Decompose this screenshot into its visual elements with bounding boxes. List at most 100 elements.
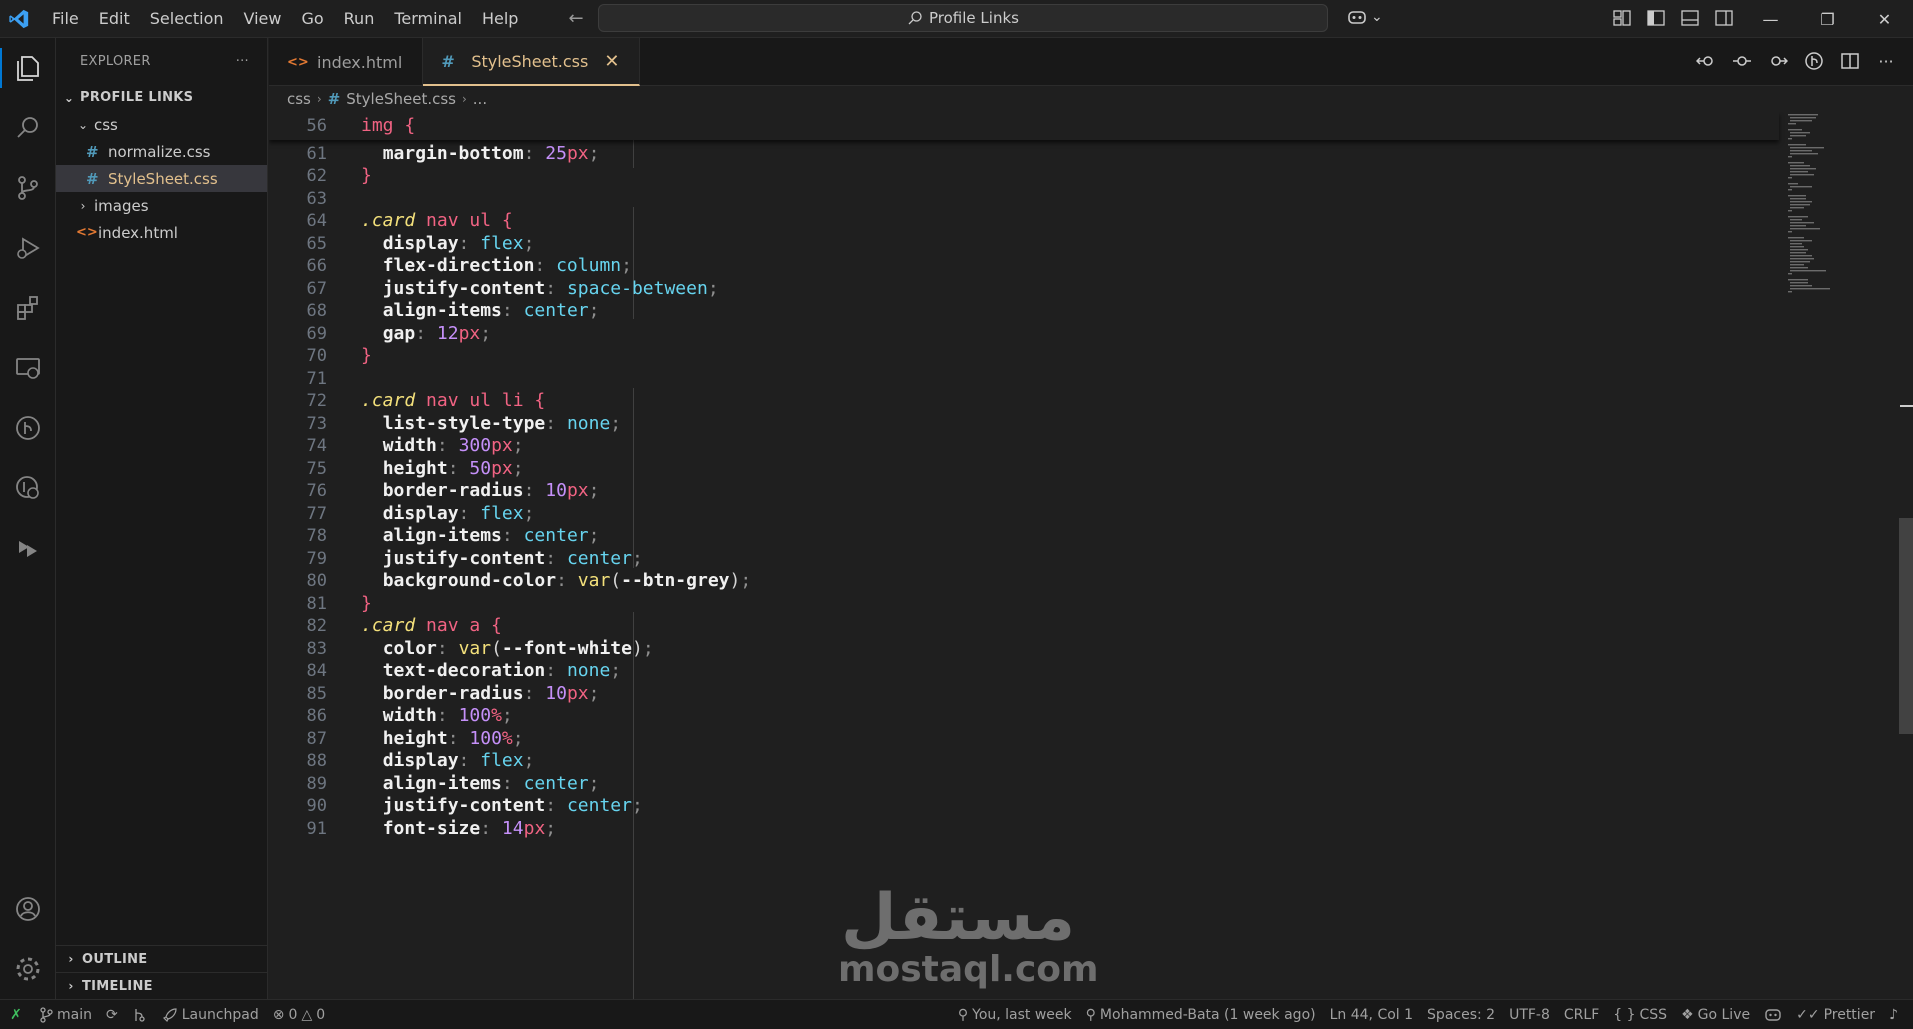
tree-file-normalize[interactable]: # normalize.css — [56, 138, 267, 165]
braces-icon: { } — [1613, 1007, 1636, 1023]
brace: { — [491, 615, 502, 637]
menu-terminal[interactable]: Terminal — [384, 0, 472, 38]
copilot-status-icon[interactable] — [1757, 1008, 1789, 1022]
css-value: flex — [480, 750, 524, 772]
command-center-search[interactable]: Profile Links — [598, 4, 1328, 32]
indentation-status[interactable]: Spaces: 2 — [1420, 1007, 1502, 1023]
tree-file-stylesheet[interactable]: # StyleSheet.css — [56, 165, 267, 192]
launchpad-status[interactable]: Launchpad — [155, 1007, 266, 1023]
toggle-sidebar-icon[interactable] — [1646, 8, 1666, 28]
css-unit: px — [523, 818, 546, 840]
chevron-down-icon: ⌄ — [1371, 9, 1383, 25]
css-property: margin-bottom — [382, 143, 524, 165]
scrollbar-thumb[interactable] — [1899, 518, 1913, 734]
encoding-status[interactable]: UTF-8 — [1502, 1007, 1557, 1023]
git-graph-status-icon[interactable] — [125, 1007, 155, 1023]
window-controls: — ❐ ✕ — [1742, 0, 1913, 38]
remote-indicator-icon[interactable]: ✗ — [0, 1000, 32, 1029]
error-icon: ⊗ — [272, 1006, 285, 1023]
semicolon: ; — [588, 683, 600, 705]
git-graph-icon[interactable] — [0, 398, 56, 458]
menu-file[interactable]: File — [42, 0, 89, 38]
colon: : — [480, 818, 502, 840]
code-text: img { — [361, 115, 415, 136]
tree-folder-label: images — [94, 196, 149, 215]
minimize-icon[interactable]: — — [1742, 0, 1799, 38]
notifications-bell-icon[interactable]: ♪ — [1882, 1007, 1905, 1023]
close-tab-icon[interactable]: ✕ — [604, 51, 619, 72]
extensions-icon[interactable] — [0, 278, 56, 338]
more-actions-icon[interactable]: ··· — [1875, 50, 1897, 72]
settings-gear-icon[interactable] — [0, 939, 56, 999]
outline-section[interactable]: › OUTLINE — [56, 945, 267, 972]
tree-folder-css[interactable]: ⌄ css — [56, 111, 267, 138]
rocket-icon — [162, 1007, 177, 1022]
back-arrow-icon[interactable]: ← — [568, 8, 583, 29]
explorer-icon[interactable] — [0, 38, 56, 98]
accounts-icon[interactable] — [0, 879, 56, 939]
sync-icon[interactable]: ⟳ — [99, 1007, 125, 1023]
prettier-status[interactable]: ✓✓ Prettier — [1789, 1007, 1882, 1023]
project-folder[interactable]: ⌄ PROFILE LINKS — [56, 84, 267, 111]
chevron-right-icon: › — [68, 952, 74, 966]
semicolon: ; — [588, 143, 600, 165]
menu-help[interactable]: Help — [472, 0, 528, 38]
git-graph-icon[interactable] — [1803, 50, 1825, 72]
search-icon[interactable] — [0, 98, 56, 158]
author-status[interactable]: ⚲ Mohammed-Bata (1 week ago) — [1079, 1007, 1323, 1023]
tab-index-html[interactable]: <> index.html — [269, 38, 424, 86]
breadcrumb-symbol[interactable]: ... — [473, 90, 487, 108]
menu-selection[interactable]: Selection — [140, 0, 234, 38]
eol-status[interactable]: CRLF — [1557, 1007, 1606, 1023]
menu-edit[interactable]: Edit — [89, 0, 140, 38]
open-changes-previous-icon[interactable] — [1695, 50, 1717, 72]
css-number: 10 — [545, 683, 567, 705]
language-mode[interactable]: { } CSS — [1606, 1007, 1674, 1023]
tree-folder-images[interactable]: › images — [56, 192, 267, 219]
code-text: gap: 12px; — [361, 323, 491, 344]
customize-layout-icon[interactable] — [1612, 8, 1632, 28]
toggle-secondary-sidebar-icon[interactable] — [1714, 8, 1734, 28]
timeline-section[interactable]: › TIMELINE — [56, 972, 267, 999]
restore-icon[interactable]: ❐ — [1799, 0, 1856, 38]
menu-run[interactable]: Run — [334, 0, 385, 38]
tree-folder-label: css — [94, 115, 118, 134]
sticky-scroll[interactable]: 56 img { — [269, 112, 1779, 140]
breadcrumb-folder[interactable]: css — [287, 90, 311, 108]
code-line: 56 img { — [269, 112, 416, 140]
line-number: 88 — [306, 750, 327, 771]
menu-go[interactable]: Go — [291, 0, 333, 38]
colon: : — [523, 480, 546, 502]
line-number: 78 — [306, 525, 327, 546]
brace: } — [361, 165, 372, 187]
cursor-position[interactable]: Ln 44, Col 1 — [1323, 1007, 1420, 1023]
breadcrumb-file[interactable]: StyleSheet.css — [346, 90, 456, 108]
git-commit-icon[interactable] — [1731, 50, 1753, 72]
split-editor-icon[interactable] — [1839, 50, 1861, 72]
live-share-icon[interactable] — [0, 518, 56, 578]
blame-status[interactable]: ⚲ You, last week — [951, 1007, 1079, 1023]
code-text: } — [361, 165, 372, 186]
timeline-label: TIMELINE — [82, 978, 153, 994]
problems-status[interactable]: ⊗ 0 △ 0 — [266, 1007, 332, 1023]
tab-stylesheet-css[interactable]: # StyleSheet.css ✕ — [423, 38, 641, 86]
tree-file-index[interactable]: <> index.html — [56, 219, 267, 246]
branch-status[interactable]: main — [32, 1007, 99, 1023]
copilot-button[interactable]: ⌄ — [1346, 8, 1383, 26]
gitlens-icon[interactable] — [0, 458, 56, 518]
go-live-button[interactable]: ❖ Go Live — [1674, 1007, 1757, 1023]
close-window-icon[interactable]: ✕ — [1856, 0, 1913, 38]
open-changes-next-icon[interactable] — [1767, 50, 1789, 72]
brace: { — [404, 115, 416, 137]
remote-explorer-icon[interactable] — [0, 338, 56, 398]
code-text: width: 100%; — [361, 705, 513, 726]
run-debug-icon[interactable] — [0, 218, 56, 278]
minimap[interactable] — [1786, 112, 1836, 312]
code-editor[interactable]: 56 img { 61 margin-bottom: 25px; 62 } 63… — [269, 112, 1913, 999]
source-control-icon[interactable] — [0, 158, 56, 218]
toggle-panel-icon[interactable] — [1680, 8, 1700, 28]
more-actions-icon[interactable]: ··· — [236, 54, 249, 69]
prettier-label: Prettier — [1823, 1007, 1876, 1023]
error-count: 0 — [288, 1006, 298, 1023]
menu-view[interactable]: View — [234, 0, 292, 38]
